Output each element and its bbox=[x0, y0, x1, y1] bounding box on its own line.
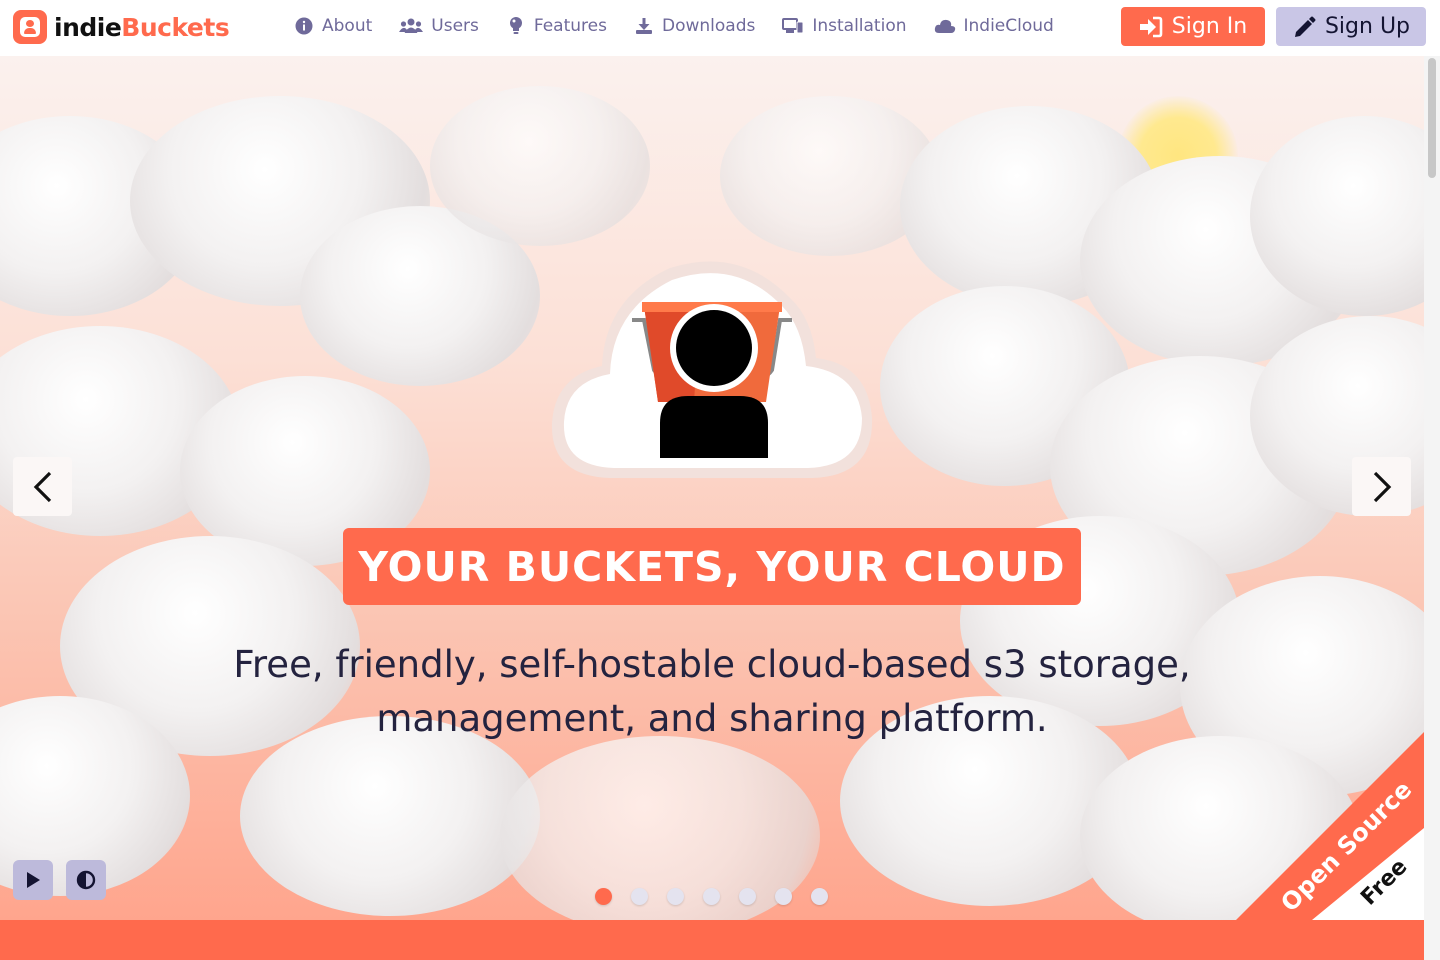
sign-up-label: Sign Up bbox=[1324, 14, 1411, 39]
nav-item-label: Users bbox=[431, 16, 479, 36]
carousel-dot-6[interactable] bbox=[775, 888, 792, 905]
pencil-icon bbox=[1292, 15, 1316, 39]
hero-carousel: YOUR BUCKETS, YOUR CLOUD Free, friendly,… bbox=[0, 56, 1424, 920]
download-icon bbox=[634, 16, 654, 36]
devices-icon bbox=[782, 16, 804, 36]
brand-name-buckets: Buckets bbox=[121, 12, 230, 42]
hero-subline-line-2: management, and sharing platform. bbox=[376, 697, 1048, 740]
logo-icon bbox=[13, 10, 47, 44]
sign-in-button[interactable]: Sign In bbox=[1121, 7, 1265, 46]
nav-item-label: Downloads bbox=[661, 16, 756, 36]
chevron-left-icon bbox=[33, 471, 51, 502]
brand-name-indie: indie bbox=[54, 12, 122, 42]
nav-links: About Users Features Downloads Installat… bbox=[294, 16, 1081, 36]
page-scrollbar[interactable] bbox=[1424, 56, 1440, 960]
nav-item-users[interactable]: Users bbox=[399, 16, 479, 36]
carousel-dot-1[interactable] bbox=[595, 888, 612, 905]
nav-item-installation[interactable]: Installation bbox=[782, 16, 907, 36]
nav-item-indiecloud[interactable]: IndieCloud bbox=[934, 16, 1054, 36]
nav-item-label: IndieCloud bbox=[963, 16, 1054, 36]
mascot-illustration bbox=[551, 261, 873, 478]
brand-logo[interactable]: indie Buckets bbox=[13, 10, 230, 44]
carousel-next-button[interactable] bbox=[1352, 457, 1411, 516]
nav-item-label: About bbox=[322, 16, 373, 36]
lightbulb-icon bbox=[506, 16, 526, 36]
contrast-icon bbox=[76, 870, 96, 890]
contrast-toggle-button[interactable] bbox=[66, 860, 106, 900]
nav-item-about[interactable]: About bbox=[294, 16, 372, 36]
play-icon bbox=[27, 872, 40, 888]
sign-up-button[interactable]: Sign Up bbox=[1276, 7, 1426, 46]
carousel-dot-4[interactable] bbox=[703, 888, 720, 905]
nav-item-downloads[interactable]: Downloads bbox=[634, 16, 755, 36]
hero-subline: Free, friendly, self-hostable cloud-base… bbox=[162, 638, 1262, 746]
next-section-band bbox=[0, 920, 1424, 960]
carousel-prev-button[interactable] bbox=[13, 457, 72, 516]
sign-in-label: Sign In bbox=[1171, 14, 1248, 39]
hero-headline: YOUR BUCKETS, YOUR CLOUD bbox=[343, 528, 1081, 605]
carousel-indicators bbox=[595, 888, 847, 905]
carousel-dot-5[interactable] bbox=[739, 888, 756, 905]
carousel-dot-2[interactable] bbox=[631, 888, 648, 905]
hero-subline-line-1: Free, friendly, self-hostable cloud-base… bbox=[233, 643, 1191, 686]
carousel-dot-7[interactable] bbox=[811, 888, 828, 905]
info-icon bbox=[294, 16, 314, 36]
users-icon bbox=[399, 16, 424, 36]
nav-item-features[interactable]: Features bbox=[506, 16, 607, 36]
carousel-dot-3[interactable] bbox=[667, 888, 684, 905]
carousel-play-button[interactable] bbox=[13, 860, 53, 900]
top-navbar: indie Buckets About Users Features Downl… bbox=[0, 0, 1440, 56]
sign-in-icon bbox=[1139, 16, 1163, 38]
ribbon-text-free: Free bbox=[1356, 854, 1412, 910]
cloud-icon bbox=[934, 16, 956, 36]
chevron-right-icon bbox=[1373, 471, 1391, 502]
nav-item-label: Features bbox=[533, 16, 607, 36]
nav-item-label: Installation bbox=[812, 16, 907, 36]
scrollbar-thumb[interactable] bbox=[1428, 58, 1436, 178]
